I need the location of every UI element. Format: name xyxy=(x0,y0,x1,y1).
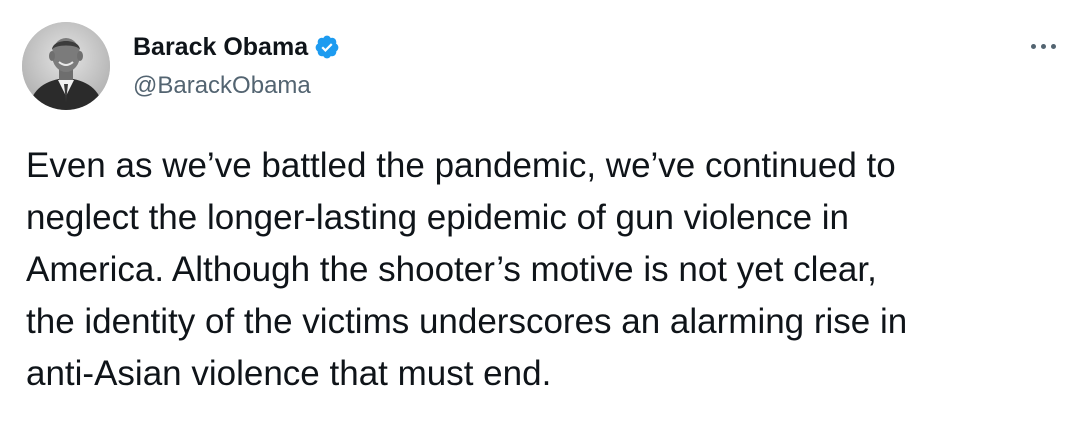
dot xyxy=(1040,43,1046,49)
avatar[interactable] xyxy=(22,22,110,110)
profile-photo-icon xyxy=(22,22,110,110)
dot xyxy=(1050,43,1056,49)
author-name-row: Barack Obama xyxy=(133,32,340,62)
author-display-name[interactable]: Barack Obama xyxy=(133,33,308,62)
dot xyxy=(1030,43,1036,49)
more-options-icon[interactable] xyxy=(1026,34,1060,58)
author-handle[interactable]: @BarackObama xyxy=(133,72,311,100)
tweet-text: Even as we’ve battled the pandemic, we’v… xyxy=(26,146,908,393)
verified-badge-icon xyxy=(314,34,340,60)
tweet-card: Barack Obama @BarackObama Even as we’ve … xyxy=(0,0,1080,432)
